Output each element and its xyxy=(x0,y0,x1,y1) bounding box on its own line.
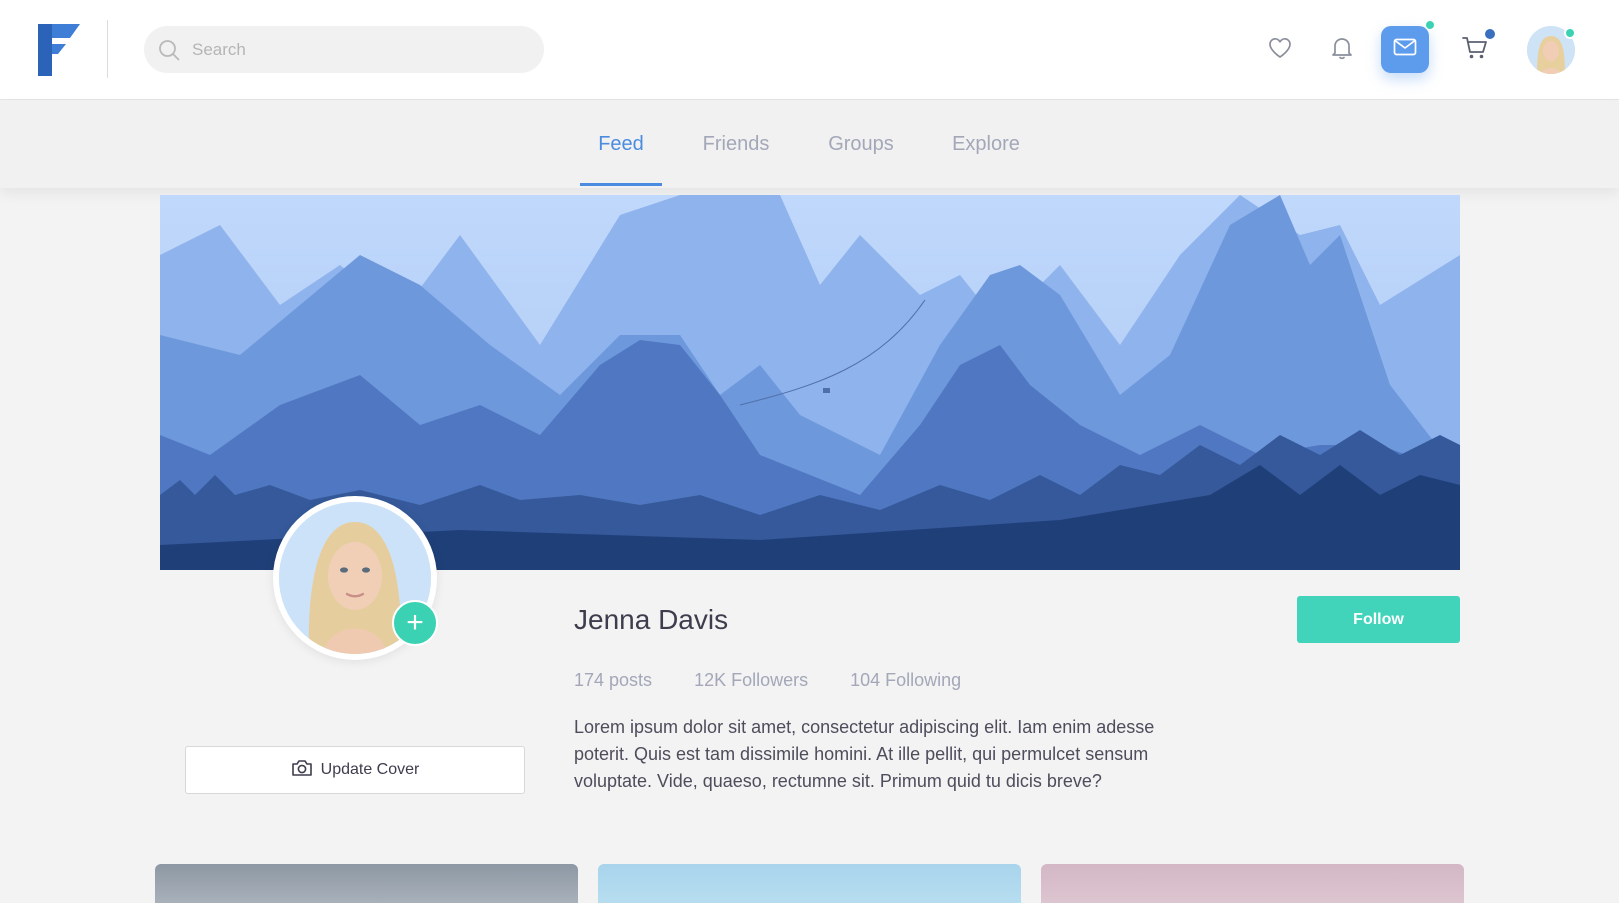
tab-explore[interactable]: Explore xyxy=(948,100,1024,188)
messages-badge xyxy=(1425,20,1435,30)
cart-icon xyxy=(1462,36,1488,65)
followers-count[interactable]: 12K Followers xyxy=(694,670,808,691)
posts-count[interactable]: 174 posts xyxy=(574,670,652,691)
cart-badge xyxy=(1485,29,1495,39)
camera-icon xyxy=(291,759,313,782)
online-status-badge xyxy=(1564,27,1576,39)
tab-feed[interactable]: Feed xyxy=(580,100,662,188)
tab-friends[interactable]: Friends xyxy=(694,100,778,188)
update-cover-button[interactable]: Update Cover xyxy=(185,746,525,794)
following-count[interactable]: 104 Following xyxy=(850,670,961,691)
search-bar[interactable] xyxy=(144,26,544,73)
profile-name: Jenna Davis xyxy=(574,604,729,635)
profile-bio: Lorem ipsum dolor sit amet, consectetur … xyxy=(574,717,1155,791)
profile-stats: 174 posts 12K Followers 104 Following xyxy=(574,670,961,691)
heart-icon xyxy=(1268,37,1292,64)
favorites-button[interactable] xyxy=(1260,30,1300,70)
bell-icon xyxy=(1331,36,1353,65)
profile-tabs: Feed Friends Groups Explore xyxy=(0,100,1619,188)
follow-button[interactable]: Follow xyxy=(1297,596,1460,643)
mail-icon xyxy=(1393,38,1417,61)
update-cover-label: Update Cover xyxy=(320,761,420,778)
photo-card[interactable] xyxy=(155,864,578,903)
plus-icon: + xyxy=(406,606,424,639)
logo-divider xyxy=(107,20,108,78)
add-photo-button[interactable]: + xyxy=(392,600,438,646)
tab-groups[interactable]: Groups xyxy=(824,100,898,188)
top-header xyxy=(0,0,1619,100)
app-logo[interactable] xyxy=(36,24,82,76)
search-icon xyxy=(156,37,182,63)
photo-card[interactable] xyxy=(598,864,1021,903)
search-input[interactable] xyxy=(192,34,512,65)
messages-button[interactable] xyxy=(1381,26,1429,73)
notifications-button[interactable] xyxy=(1322,30,1362,70)
photo-card[interactable] xyxy=(1041,864,1464,903)
